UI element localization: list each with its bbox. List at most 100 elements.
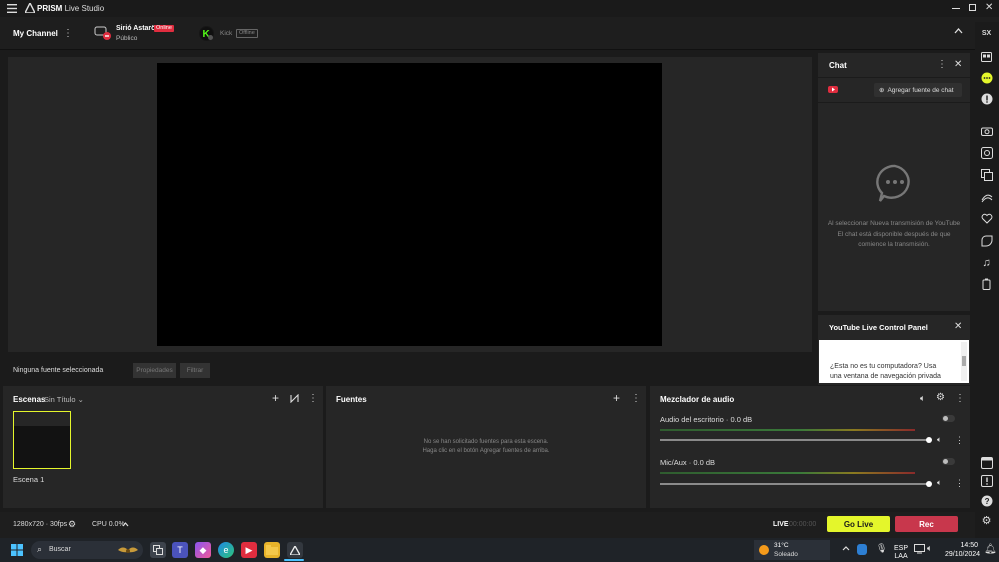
scene-label: Escena 1: [13, 475, 45, 484]
restore-icon[interactable]: [969, 4, 976, 11]
youtube-app-icon[interactable]: ▶: [241, 542, 257, 558]
microphone-icon[interactable]: 🎙︎: [876, 543, 887, 554]
chat-more-icon[interactable]: ⋮: [937, 59, 947, 70]
alert-icon[interactable]: [979, 473, 994, 488]
add-source-icon[interactable]: +: [613, 391, 620, 405]
more-vertical-icon[interactable]: ⋮: [63, 28, 73, 39]
teams-icon[interactable]: T: [172, 542, 188, 558]
mute-icon[interactable]: 🔈︎: [937, 435, 942, 445]
mixer-more-icon[interactable]: ⋮: [955, 393, 965, 404]
kick-channel-name: Kick: [220, 30, 233, 37]
resolution-settings-icon[interactable]: ⚙: [68, 519, 76, 530]
edge-icon[interactable]: e: [218, 542, 234, 558]
close-icon[interactable]: ✕: [985, 2, 993, 13]
transition-icon[interactable]: [290, 394, 299, 403]
filters-button[interactable]: Filtrar: [180, 363, 210, 378]
ylcp-text: ¿Esta no es tu computadora? Usa una vent…: [830, 362, 941, 382]
track-more-icon[interactable]: ⋮: [955, 478, 964, 489]
audio-meter: [660, 472, 915, 474]
widget-icon[interactable]: [979, 49, 994, 64]
volume-knob[interactable]: [926, 481, 932, 487]
speaker-icon[interactable]: 🔈︎: [920, 393, 925, 404]
live-label: LIVE: [773, 521, 789, 528]
scene-collection-label: Sin Título: [44, 395, 76, 404]
studio-icon[interactable]: [979, 455, 994, 470]
youtube-icon[interactable]: [828, 86, 838, 93]
copilot-icon[interactable]: ◆: [195, 542, 211, 558]
sun-icon: [759, 545, 769, 555]
sticker-icon[interactable]: [979, 233, 994, 248]
settings-icon[interactable]: ⚙: [979, 513, 994, 528]
music-icon[interactable]: ♫: [979, 255, 994, 270]
chat-close-icon[interactable]: ✕: [954, 59, 962, 70]
windows-start-icon[interactable]: [11, 544, 23, 556]
add-scene-icon[interactable]: +: [272, 391, 279, 405]
clip-icon[interactable]: [979, 276, 994, 291]
notification-bell-icon[interactable]: 🔔︎: [984, 544, 997, 555]
sources-more-icon[interactable]: ⋮: [631, 393, 641, 404]
scene-thumbnail[interactable]: [13, 411, 71, 469]
volume-icon[interactable]: 🔈︎: [927, 543, 932, 554]
minimize-icon[interactable]: [952, 8, 960, 9]
task-view-icon[interactable]: [150, 542, 166, 558]
preview-area[interactable]: [8, 57, 812, 352]
sx-icon[interactable]: SX: [979, 26, 994, 41]
properties-button[interactable]: Propiedades: [133, 363, 176, 378]
mixer-title: Mezclador de audio: [660, 395, 735, 404]
language-indicator[interactable]: ESP LAA: [894, 545, 908, 561]
virtual-camera-icon[interactable]: [979, 145, 994, 160]
chevron-up-icon[interactable]: [954, 28, 963, 34]
rec-button[interactable]: Rec: [895, 516, 958, 532]
kick-channel-icon[interactable]: K: [199, 26, 214, 41]
language-line2: LAA: [894, 553, 908, 560]
cpu-chevron-up-icon[interactable]: [122, 522, 129, 527]
chat-info-message: Al seleccionar Nueva transmisión de YouT…: [827, 220, 961, 248]
youtube-live-control-panel: YouTube Live Control Panel ✕ ¿Esta no es…: [818, 315, 970, 385]
help-icon[interactable]: ?: [979, 493, 994, 508]
youtube-channel-icon[interactable]: [94, 25, 112, 41]
add-chat-source-button[interactable]: ⊕ Agregar fuente de chat: [874, 83, 962, 97]
clock[interactable]: 14:50 29/10/2024: [945, 542, 980, 559]
scenes-dock: Escenas Sin Título ⌄ + ⋮ Escena 1: [3, 386, 323, 508]
live-timer: 00:00:00: [789, 521, 817, 528]
go-live-button[interactable]: Go Live: [827, 516, 890, 532]
weather-temp: 31°C: [774, 542, 789, 549]
network-icon[interactable]: [914, 544, 925, 554]
prism-app-icon[interactable]: [287, 542, 303, 558]
sources-empty-line1: No se han solicitado fuentes para esta e…: [423, 439, 549, 445]
mute-icon[interactable]: 🔈︎: [937, 478, 942, 488]
taskbar-search[interactable]: ⌕ Buscar: [31, 541, 143, 559]
volume-knob[interactable]: [926, 437, 932, 443]
scenes-more-icon[interactable]: ⋮: [308, 393, 318, 404]
ylcp-title: YouTube Live Control Panel: [829, 323, 928, 332]
audio-mixer-dock: Mezclador de audio 🔈︎ ⚙ ⋮ Audio del escr…: [650, 386, 970, 508]
ylcp-webview[interactable]: ¿Esta no es tu computadora? Usa una vent…: [819, 340, 969, 383]
title-bar: PRISM Live Studio ✕: [0, 0, 999, 17]
app-title: PRISM Live Studio: [37, 4, 105, 13]
camera-icon[interactable]: [979, 123, 994, 138]
chevron-down-icon: ⌄: [77, 395, 84, 404]
track-toggle[interactable]: [942, 415, 955, 422]
chat-bubble-icon: [874, 163, 916, 203]
tray-chevron-up-icon[interactable]: [842, 546, 850, 551]
scene-collection-select[interactable]: Sin Título ⌄: [44, 395, 84, 404]
ylcp-close-icon[interactable]: ✕: [954, 321, 962, 332]
chat-badge-icon[interactable]: [979, 70, 994, 85]
menu-icon[interactable]: [7, 4, 17, 13]
volume-slider[interactable]: [660, 483, 930, 485]
track-toggle[interactable]: [942, 458, 955, 465]
scene-copy-icon[interactable]: [979, 167, 994, 182]
scrollbar[interactable]: [961, 342, 967, 381]
volume-slider[interactable]: [660, 439, 930, 441]
gear-icon[interactable]: ⚙: [936, 392, 945, 403]
effects-icon[interactable]: [979, 189, 994, 204]
info-icon[interactable]: [979, 91, 994, 106]
offline-badge: Offline: [236, 29, 258, 38]
audio-meter: [660, 429, 915, 431]
file-explorer-icon[interactable]: [264, 542, 280, 558]
preview-canvas[interactable]: [157, 63, 662, 346]
weather-widget[interactable]: 31°C Soleado: [754, 540, 830, 560]
heart-icon[interactable]: [979, 211, 994, 226]
track-more-icon[interactable]: ⋮: [955, 435, 964, 446]
tray-app-icon[interactable]: [857, 544, 867, 555]
